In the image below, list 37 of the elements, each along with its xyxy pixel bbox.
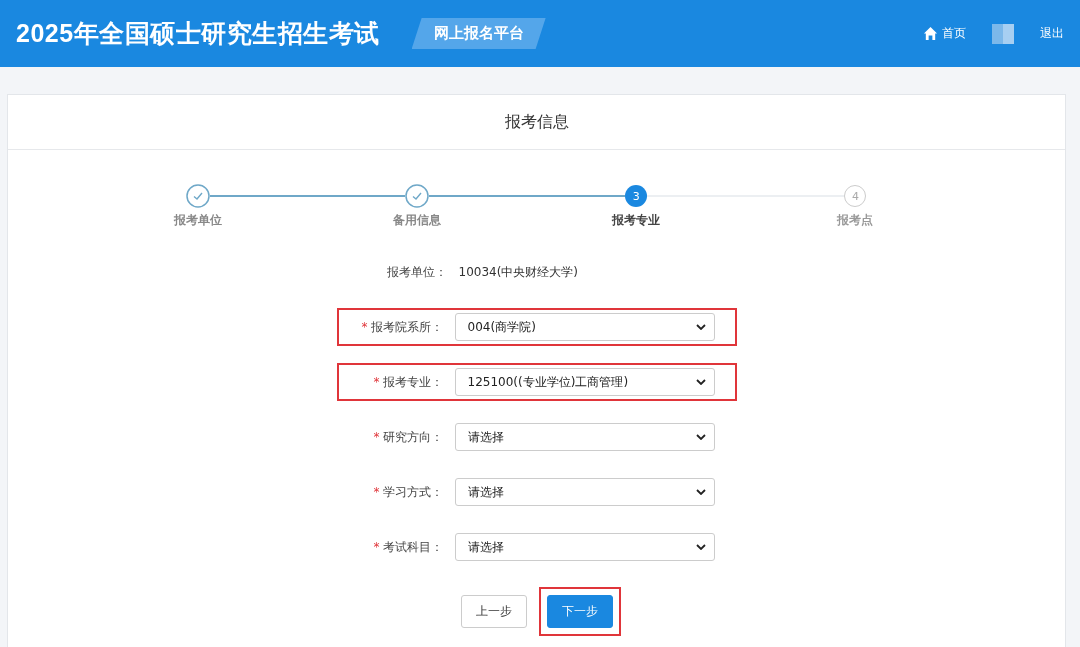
- site-title: 2025年全国硕士研究生招生考试: [16, 18, 380, 49]
- chevron-down-icon: [695, 379, 706, 385]
- avatar-placeholder: [992, 23, 1014, 44]
- field-label: 报考单位：: [386, 264, 447, 279]
- required-asterisk: *: [373, 429, 380, 444]
- field-value: 10034(中央财经大学): [458, 263, 579, 281]
- chevron-down-icon: [695, 544, 706, 550]
- step-label: 报考点: [837, 212, 874, 229]
- chevron-down-icon: [695, 489, 706, 495]
- chevron-down-icon: [695, 434, 706, 440]
- back-button[interactable]: 上一步: [460, 595, 527, 628]
- required-asterisk: *: [373, 539, 380, 554]
- logout-link[interactable]: 退出: [1040, 25, 1064, 42]
- field-label: 研究方向：: [382, 429, 443, 444]
- select-field[interactable]: 请选择: [454, 478, 715, 506]
- required-asterisk: *: [361, 319, 368, 334]
- platform-badge: 网上报名平台: [411, 18, 546, 49]
- next-button[interactable]: 下一步: [546, 595, 613, 628]
- required-asterisk: *: [373, 484, 380, 499]
- select-field[interactable]: 请选择: [454, 533, 715, 561]
- home-link[interactable]: 首页: [923, 25, 966, 42]
- chevron-down-icon: [695, 324, 706, 330]
- step-label: 报考专业: [612, 212, 661, 229]
- select-field[interactable]: 004(商学院): [454, 313, 715, 341]
- field-label: 报考院系所：: [370, 319, 443, 334]
- step-label: 备用信息: [392, 212, 441, 229]
- panel-title: 报考信息: [504, 111, 569, 133]
- required-asterisk: *: [373, 374, 380, 389]
- step-label: 报考单位: [173, 212, 222, 229]
- select-field[interactable]: 125100((专业学位)工商管理): [454, 368, 715, 396]
- field-label: 考试科目：: [382, 539, 443, 554]
- select-field[interactable]: 请选择: [454, 423, 715, 451]
- home-icon: [923, 26, 938, 41]
- step-number: 3: [625, 185, 648, 207]
- field-label: 学习方式：: [382, 484, 443, 499]
- step-number: 4: [844, 185, 867, 207]
- field-label: 报考专业：: [382, 374, 443, 389]
